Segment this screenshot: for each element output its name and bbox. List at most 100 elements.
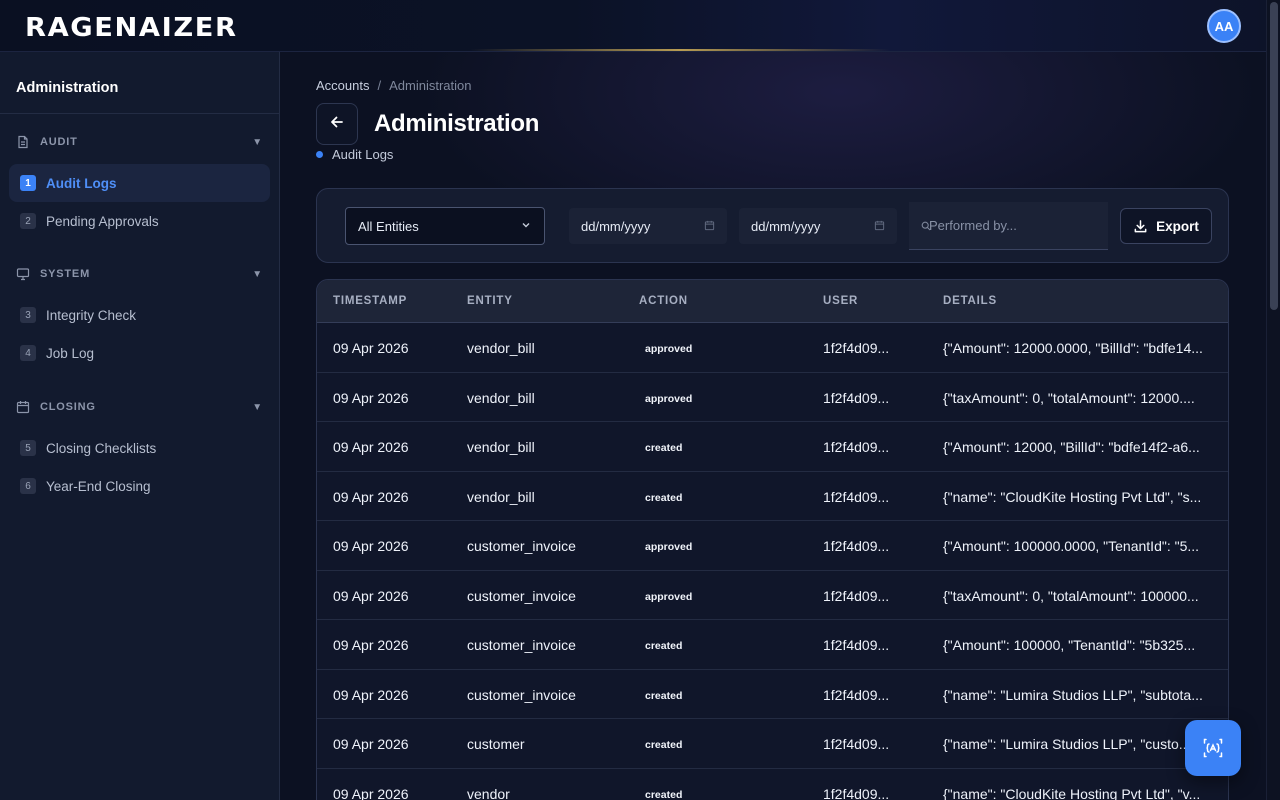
section-label-system: SYSTEM xyxy=(40,268,91,280)
cell-timestamp: 09 Apr 2026 xyxy=(333,389,409,406)
cell-user: 1f2f4d09... xyxy=(823,736,890,752)
sidebar-item-label: Job Log xyxy=(46,345,95,361)
table-row[interactable]: 09 Apr 2026 vendor_bill approved 1f2f4d09..… xyxy=(317,323,1228,373)
sidebar: Administration AUDIT ▼ 1 Audit Logs 2 Pe… xyxy=(0,52,280,800)
cell-timestamp: 09 Apr 2026 xyxy=(333,736,409,752)
cell-details: {"name": "Lumira Studios LLP", "custo... xyxy=(943,736,1191,752)
filter-panel: All Entities dd/mm/yyyy dd/mm/yyyy Perfo… xyxy=(316,188,1229,263)
table-header: TIMESTAMP ENTITY ACTION USER DETAILS xyxy=(317,280,1228,323)
sidebar-item-closing-checklists[interactable]: 5 Closing Checklists xyxy=(9,429,270,467)
table-body: 09 Apr 2026 vendor_bill approved 1f2f4d09..… xyxy=(317,323,1228,800)
table-row[interactable]: 09 Apr 2026 vendor_bill approved 1f2f4d09..… xyxy=(317,373,1228,422)
sidebar-item-integrity-check[interactable]: 3 Integrity Check xyxy=(9,296,270,334)
cell-timestamp: 09 Apr 2026 xyxy=(333,686,409,703)
cell-details: {"Amount": 100000.0000, "TenantId": "5..… xyxy=(943,538,1200,554)
breadcrumb-current: Administration xyxy=(389,78,472,93)
column-header-entity[interactable]: ENTITY xyxy=(467,295,513,307)
action-badge: created xyxy=(645,788,683,800)
table-row[interactable]: 09 Apr 2026 vendor_bill created 1f2f4d09...… xyxy=(317,422,1228,472)
sidebar-title: Administration xyxy=(0,52,279,114)
entity-select[interactable]: All Entities xyxy=(345,207,545,245)
item-number-badge: 5 xyxy=(20,440,36,456)
column-header-timestamp[interactable]: TIMESTAMP xyxy=(333,295,407,307)
table-row[interactable]: 09 Apr 2026 customer_invoice created 1f2f4d… xyxy=(317,620,1228,670)
cell-entity: customer xyxy=(467,736,525,752)
cell-user: 1f2f4d09... xyxy=(823,439,890,455)
sidebar-item-label: Audit Logs xyxy=(46,175,117,191)
item-number-badge: 6 xyxy=(20,478,36,494)
table-row[interactable]: 09 Apr 2026 customer created 1f2f4d09... {"n… xyxy=(317,719,1228,769)
chevron-down-icon[interactable]: ▼ xyxy=(252,137,263,148)
sidebar-item-job-log[interactable]: 4 Job Log xyxy=(9,334,270,372)
cell-timestamp: 09 Apr 2026 xyxy=(333,785,409,800)
sidebar-item-label: Pending Approvals xyxy=(46,213,159,229)
cell-details: {"taxAmount": 0, "totalAmount": 100000..… xyxy=(943,587,1199,604)
export-button[interactable]: Export xyxy=(1120,208,1212,244)
cell-timestamp: 09 Apr 2026 xyxy=(333,340,409,356)
cell-user: 1f2f4d09... xyxy=(823,340,890,356)
sidebar-item-pending-approvals[interactable]: 2 Pending Approvals xyxy=(9,202,270,240)
cell-entity: vendor_bill xyxy=(467,389,535,406)
page-scrollbar[interactable] xyxy=(1266,0,1280,800)
cell-entity: customer_invoice xyxy=(467,538,576,554)
scrollbar-thumb[interactable] xyxy=(1270,2,1278,310)
breadcrumb-accounts-link[interactable]: Accounts xyxy=(316,78,369,93)
cell-user: 1f2f4d09... xyxy=(823,686,890,703)
user-avatar[interactable]: AA xyxy=(1207,9,1241,43)
column-header-user[interactable]: USER xyxy=(823,295,858,307)
cell-entity: vendor_bill xyxy=(467,488,535,505)
export-label: Export xyxy=(1156,218,1199,234)
cell-entity: vendor_bill xyxy=(467,439,535,455)
column-header-details[interactable]: DETAILS xyxy=(943,295,1213,307)
section-label-audit: AUDIT xyxy=(40,136,78,148)
cell-entity: customer_invoice xyxy=(467,637,576,653)
chevron-down-icon[interactable]: ▼ xyxy=(252,269,263,280)
section-header-closing[interactable]: CLOSING ▼ xyxy=(0,397,279,417)
subtab-label: Audit Logs xyxy=(332,147,394,162)
header-glow-divider xyxy=(470,49,890,51)
section-header-system[interactable]: SYSTEM ▼ xyxy=(0,264,279,284)
section-label-closing: CLOSING xyxy=(40,401,96,413)
cell-user: 1f2f4d09... xyxy=(823,389,890,406)
date-from-field[interactable]: dd/mm/yyyy xyxy=(569,208,727,244)
section-header-audit[interactable]: AUDIT ▼ xyxy=(0,132,279,152)
action-badge: created xyxy=(645,491,683,504)
cell-user: 1f2f4d09... xyxy=(823,488,890,505)
back-button[interactable] xyxy=(316,103,358,145)
app-logo[interactable]: RAGENAIZER xyxy=(25,15,238,41)
document-icon xyxy=(16,135,30,149)
date-to-placeholder: dd/mm/yyyy xyxy=(751,218,821,234)
performed-by-field[interactable] xyxy=(909,202,1108,250)
chevron-down-icon[interactable]: ▼ xyxy=(252,402,263,413)
column-header-action[interactable]: ACTION xyxy=(639,295,688,307)
action-badge: created xyxy=(645,640,683,652)
entity-select-value: All Entities xyxy=(358,218,419,234)
sidebar-item-year-end-closing[interactable]: 6 Year-End Closing xyxy=(9,467,270,505)
table-row[interactable]: 09 Apr 2026 customer_invoice approved 1f2f4… xyxy=(317,571,1228,620)
monitor-icon xyxy=(16,267,30,281)
performed-by-input[interactable] xyxy=(929,218,1099,233)
audit-log-table: TIMESTAMP ENTITY ACTION USER DETAILS 09 … xyxy=(316,279,1229,800)
cell-timestamp: 09 Apr 2026 xyxy=(333,488,409,505)
item-number-badge: 2 xyxy=(20,213,36,229)
date-to-field[interactable]: dd/mm/yyyy xyxy=(739,208,897,244)
item-number-badge: 4 xyxy=(20,345,36,361)
item-number-badge: 3 xyxy=(20,307,36,323)
active-subtab[interactable]: Audit Logs xyxy=(316,147,393,162)
arrow-left-icon xyxy=(329,114,345,135)
calendar-icon[interactable] xyxy=(704,219,715,234)
breadcrumb: Accounts / Administration xyxy=(316,78,471,93)
table-row[interactable]: 09 Apr 2026 customer_invoice created 1f2f4d… xyxy=(317,670,1228,719)
action-badge: approved xyxy=(645,541,693,553)
cell-details: {"taxAmount": 0, "totalAmount": 12000...… xyxy=(943,389,1195,406)
action-badge: created xyxy=(645,739,683,751)
cell-details: {"Amount": 12000, "BillId": "bdfe14f2-a6… xyxy=(943,439,1200,455)
table-row[interactable]: 09 Apr 2026 customer_invoice approved 1f2f4… xyxy=(317,521,1228,571)
table-row[interactable]: 09 Apr 2026 vendor created 1f2f4d09... {"nam… xyxy=(317,769,1228,800)
sidebar-item-audit-logs[interactable]: 1 Audit Logs xyxy=(9,164,270,202)
table-row[interactable]: 09 Apr 2026 vendor_bill created 1f2f4d09...… xyxy=(317,472,1228,521)
calendar-icon[interactable] xyxy=(874,219,885,234)
cell-details: {"name": "CloudKite Hosting Pvt Ltd", "v… xyxy=(943,785,1201,800)
cell-timestamp: 09 Apr 2026 xyxy=(333,637,409,653)
assistant-fab-button[interactable] xyxy=(1185,720,1241,776)
